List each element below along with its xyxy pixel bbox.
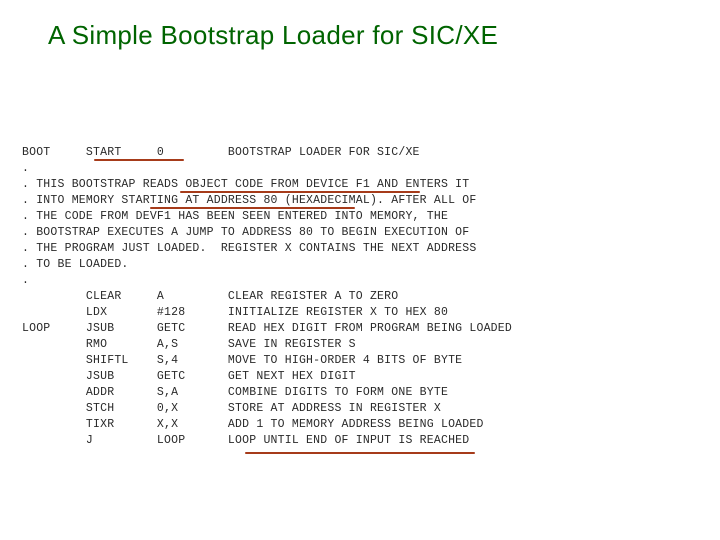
highlight-underline xyxy=(94,159,184,161)
code-line: . BOOTSTRAP EXECUTES A JUMP TO ADDRESS 8… xyxy=(22,226,469,239)
code-line: . INTO MEMORY STARTING AT ADDRESS 80 (HE… xyxy=(22,194,476,207)
code-line: TIXR X,X ADD 1 TO MEMORY ADDRESS BEING L… xyxy=(22,418,484,431)
code-line: STCH 0,X STORE AT ADDRESS IN REGISTER X xyxy=(22,402,441,415)
code-line: . TO BE LOADED. xyxy=(22,258,129,271)
slide-title: A Simple Bootstrap Loader for SIC/XE xyxy=(0,0,720,51)
code-line: . THE PROGRAM JUST LOADED. REGISTER X CO… xyxy=(22,242,476,255)
code-line: LOOP JSUB GETC READ HEX DIGIT FROM PROGR… xyxy=(22,322,512,335)
code-line: . THIS BOOTSTRAP READS OBJECT CODE FROM … xyxy=(22,178,469,191)
code-line: CLEAR A CLEAR REGISTER A TO ZERO xyxy=(22,290,398,303)
code-line: . THE CODE FROM DEVF1 HAS BEEN SEEN ENTE… xyxy=(22,210,448,223)
code-line: BOOT START 0 BOOTSTRAP LOADER FOR SIC/XE xyxy=(22,146,420,159)
code-line: J LOOP LOOP UNTIL END OF INPUT IS REACHE… xyxy=(22,434,469,447)
code-line: . xyxy=(22,162,29,175)
highlight-underline xyxy=(180,191,420,193)
code-line: . xyxy=(22,274,29,287)
highlight-underline xyxy=(245,452,475,454)
code-line: SHIFTL S,4 MOVE TO HIGH-ORDER 4 BITS OF … xyxy=(22,354,462,367)
highlight-underline xyxy=(150,207,355,209)
code-line: ADDR S,A COMBINE DIGITS TO FORM ONE BYTE xyxy=(22,386,448,399)
code-line: LDX #128 INITIALIZE REGISTER X TO HEX 80 xyxy=(22,306,448,319)
code-line: RMO A,S SAVE IN REGISTER S xyxy=(22,338,356,351)
code-line: JSUB GETC GET NEXT HEX DIGIT xyxy=(22,370,356,383)
